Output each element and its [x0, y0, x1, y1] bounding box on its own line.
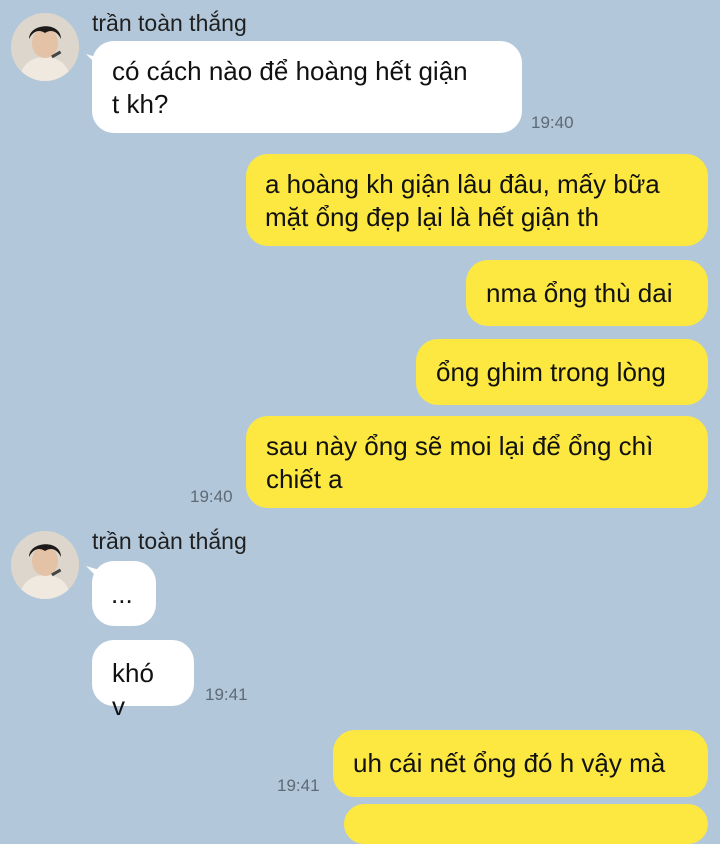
- avatar-photo-icon: [11, 13, 79, 81]
- message-timestamp: 19:41: [205, 685, 248, 704]
- incoming-message[interactable]: có cách nào để hoàng hết giận t kh?: [92, 41, 522, 133]
- outgoing-message[interactable]: sau này ổng sẽ moi lại để ổng chì chiết …: [246, 416, 708, 508]
- outgoing-message[interactable]: nma ổng thù dai: [466, 260, 708, 326]
- message-timestamp: 19:40: [531, 113, 574, 132]
- outgoing-message[interactable]: uh cái nết ổng đó h vậy mà: [333, 730, 708, 797]
- avatar[interactable]: [11, 531, 79, 599]
- outgoing-message[interactable]: ổng ghim trong lòng: [416, 339, 708, 405]
- chat-area: trần toàn thắng có cách nào để hoàng hết…: [0, 0, 720, 844]
- sender-name: trần toàn thắng: [92, 10, 247, 36]
- message-timestamp: 19:41: [277, 776, 320, 795]
- incoming-message[interactable]: khó v: [92, 640, 194, 721]
- outgoing-message-partial[interactable]: [344, 804, 708, 844]
- message-timestamp: 19:40: [190, 487, 233, 506]
- incoming-message[interactable]: ...: [92, 561, 156, 626]
- outgoing-message[interactable]: a hoàng kh giận lâu đâu, mấy bữa mặt ổng…: [246, 154, 708, 246]
- avatar[interactable]: [11, 13, 79, 81]
- avatar-photo-icon: [11, 531, 79, 599]
- sender-name: trần toàn thắng: [92, 528, 247, 554]
